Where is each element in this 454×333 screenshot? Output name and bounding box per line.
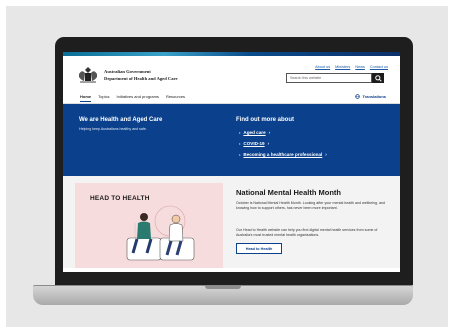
coat-of-arms-icon[interactable] [77, 65, 99, 85]
top-link-about[interactable]: About us [315, 65, 330, 69]
head-to-health-logo: HEAD TO HEALTH [90, 195, 150, 202]
gov-name: Australian Government [104, 69, 151, 74]
search-button[interactable] [372, 73, 384, 83]
top-links: About us Ministers News Contact us [315, 65, 388, 69]
head-to-health-illustration: HEAD TO HEALTH [75, 183, 223, 268]
link-aged-care[interactable]: • Aged care › [239, 130, 327, 135]
hero-banner: We are Health and Aged Care Helping keep… [63, 104, 400, 176]
head-to-health-button-label: Head to Health [245, 246, 273, 251]
hero-title: We are Health and Aged Care [79, 117, 163, 123]
bullet-icon: • [239, 152, 241, 157]
find-out-more-links: • Aged care › • COVID-19 › • Becoming a healt… [239, 130, 327, 163]
nav-initiatives[interactable]: Initiatives and programs [116, 94, 158, 102]
feature-paragraph-2: Our Head to Health website can help you … [236, 228, 378, 237]
chevron-right-icon: › [268, 130, 271, 135]
chevron-right-icon: › [325, 152, 327, 157]
site-header: Australian Government Department of Heal… [63, 56, 400, 92]
head-to-health-button[interactable]: Head to Health [236, 243, 282, 254]
search-placeholder: Search this website [290, 76, 322, 80]
laptop-base [33, 285, 413, 305]
bullet-icon: • [239, 130, 241, 135]
chevron-right-icon: › [267, 141, 270, 146]
feature-section: HEAD TO HEALTH National Mental Health Mo… [63, 176, 400, 268]
laptop-notch [205, 286, 241, 289]
bullet-icon: • [239, 141, 241, 146]
nav-topics[interactable]: Topics [98, 94, 109, 102]
top-link-contact[interactable]: Contact us [370, 65, 388, 69]
search-icon [374, 74, 382, 82]
translations-label: Translations [362, 94, 386, 99]
search-input[interactable]: Search this website [286, 73, 372, 83]
link-covid[interactable]: • COVID-19 › [239, 141, 327, 146]
website-screen: Australian Government Department of Heal… [63, 52, 400, 272]
link-healthcare-professional[interactable]: • Becoming a healthcare professional › [239, 152, 327, 157]
department-name: Department of Health and Aged Care [104, 76, 178, 81]
translations-link[interactable]: Translations [355, 94, 386, 99]
feature-title: National Mental Health Month [236, 188, 341, 197]
nav-resources[interactable]: Resources [166, 94, 185, 102]
feature-paragraph-1: October is National Mental Health Month.… [236, 201, 386, 210]
nav-home[interactable]: Home [80, 94, 92, 102]
top-link-news[interactable]: News [355, 65, 365, 69]
main-nav: Home Topics Initiatives and programs Res… [63, 92, 400, 104]
find-out-more-title: Find out more about [236, 117, 294, 123]
top-link-ministers[interactable]: Ministers [335, 65, 350, 69]
hero-subtitle: Helping keep Australians healthy and saf… [79, 127, 147, 131]
globe-icon [355, 94, 361, 99]
